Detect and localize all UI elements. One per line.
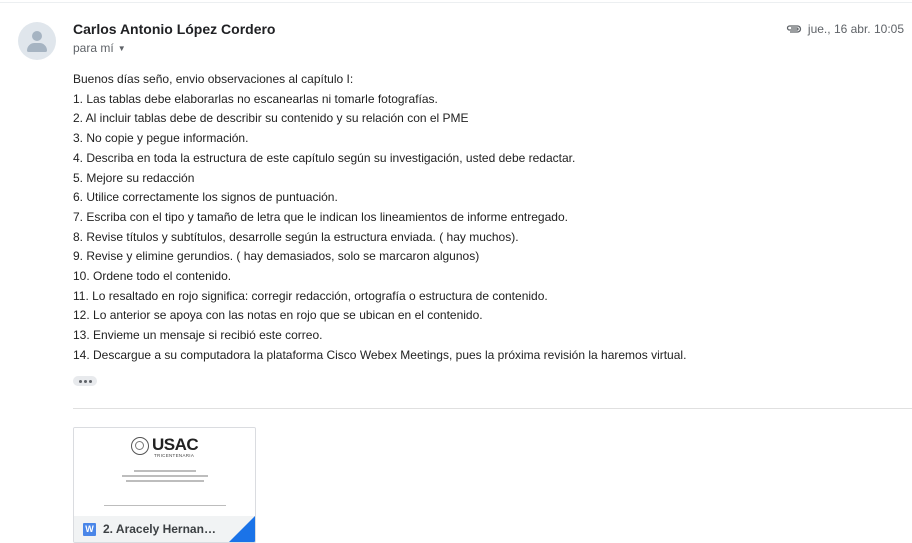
- word-document-icon: W: [83, 522, 96, 536]
- chevron-down-icon[interactable]: ▼: [118, 44, 126, 53]
- show-trimmed-content-button[interactable]: [73, 376, 97, 386]
- attachment-card[interactable]: USAC TRICENTENARIA W 2. Aracely Hernand.…: [73, 427, 256, 543]
- preview-logo-subtitle: TRICENTENARIA: [154, 453, 195, 458]
- body-line: 10. Ordene todo el contenido.: [73, 269, 232, 284]
- attachment-footer: W 2. Aracely Hernand...: [74, 516, 255, 542]
- body-line: 14. Descargue a su computadora la plataf…: [73, 347, 687, 362]
- body-line: 9. Revise y elimine gerundios. ( hay dem…: [73, 249, 480, 264]
- body-line: 13. Envieme un mensaje si recibió este c…: [73, 328, 323, 343]
- body-line: 2. Al incluir tablas debe de describir s…: [73, 111, 469, 126]
- attachment-corner-fold-icon: [229, 516, 255, 542]
- body-line: Buenos días seño, envio observaciones al…: [73, 72, 354, 86]
- paperclip-icon: [786, 25, 801, 33]
- recipient-label: para mí: [73, 41, 114, 55]
- recipient-details-toggle[interactable]: para mí ▼: [73, 41, 126, 55]
- top-divider: [0, 2, 912, 3]
- body-line: 7. Escriba con el tipo y tamaño de letra…: [73, 209, 568, 224]
- attachments-divider: [73, 408, 912, 409]
- preview-logo: USAC: [152, 435, 199, 454]
- message-meta: jue., 16 abr. 10:05: [786, 22, 904, 36]
- body-line: 12. Lo anterior se apoya con las notas e…: [73, 308, 483, 323]
- body-line: 6. Utilice correctamente los signos de p…: [73, 190, 338, 205]
- body-line: 4. Describa en toda la estructura de est…: [73, 150, 576, 165]
- message-body: Buenos días seño, envio observaciones al…: [73, 70, 903, 366]
- body-line: 11. Lo resaltado en rojo significa: corr…: [73, 288, 548, 303]
- message-date: jue., 16 abr. 10:05: [807, 22, 904, 36]
- university-seal-icon: [131, 437, 149, 455]
- attachment-file-name: 2. Aracely Hernand...: [103, 522, 221, 536]
- body-line: 3. No copie y pegue información.: [73, 131, 249, 146]
- body-line: 5. Mejore su redacción: [73, 170, 195, 185]
- body-line: 1. Las tablas debe elaborarlas no escane…: [73, 91, 438, 106]
- attachment-preview: USAC TRICENTENARIA: [74, 428, 255, 516]
- body-line: 8. Revise títulos y subtítulos, desarrol…: [73, 229, 519, 244]
- avatar-person-icon: [32, 31, 42, 41]
- sender-avatar[interactable]: [18, 22, 56, 60]
- sender-name[interactable]: Carlos Antonio López Cordero: [73, 21, 275, 37]
